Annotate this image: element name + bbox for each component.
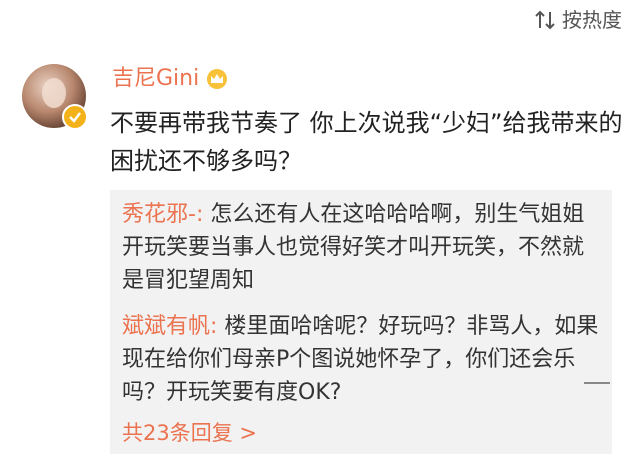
sort-by-hot-button[interactable]: 按热度 xyxy=(534,6,622,34)
avatar[interactable] xyxy=(22,64,88,130)
username[interactable]: 吉尼Gini xyxy=(112,64,199,94)
crown-icon xyxy=(205,68,229,90)
reply-author[interactable]: 斌斌有帆: xyxy=(122,314,217,339)
sort-icon xyxy=(534,9,556,31)
comment-page: 按热度 吉尼Gini 不要再带我节奏了 你上次说我“少妇”给我带来的困扰还不够多… xyxy=(0,0,640,456)
divider xyxy=(584,382,610,384)
view-more-replies-link[interactable]: 共23条回复 > xyxy=(122,418,257,448)
avatar-photo xyxy=(42,78,66,108)
reply-section: 秀花邪-: 怎么还有人在这哈哈哈啊，别生气姐姐 开玩笑要当事人也觉得好笑才叫开玩… xyxy=(110,190,612,454)
comment-text: 不要再带我节奏了 你上次说我“少妇”给我带来的困扰还不够多吗？ xyxy=(110,109,623,175)
sort-label: 按热度 xyxy=(562,8,622,32)
comment-header: 吉尼Gini xyxy=(112,64,229,94)
reply-author[interactable]: 秀花邪-: xyxy=(122,202,203,227)
verified-badge-icon xyxy=(62,104,88,130)
reply-item[interactable]: 秀花邪-: 怎么还有人在这哈哈哈啊，别生气姐姐 开玩笑要当事人也觉得好笑才叫开玩… xyxy=(122,198,604,297)
reply-item[interactable]: 斌斌有帆: 楼里面哈啥呢？好玩吗？非骂人，如果现在给你们母亲P个图说她怀孕了，你… xyxy=(122,310,604,409)
